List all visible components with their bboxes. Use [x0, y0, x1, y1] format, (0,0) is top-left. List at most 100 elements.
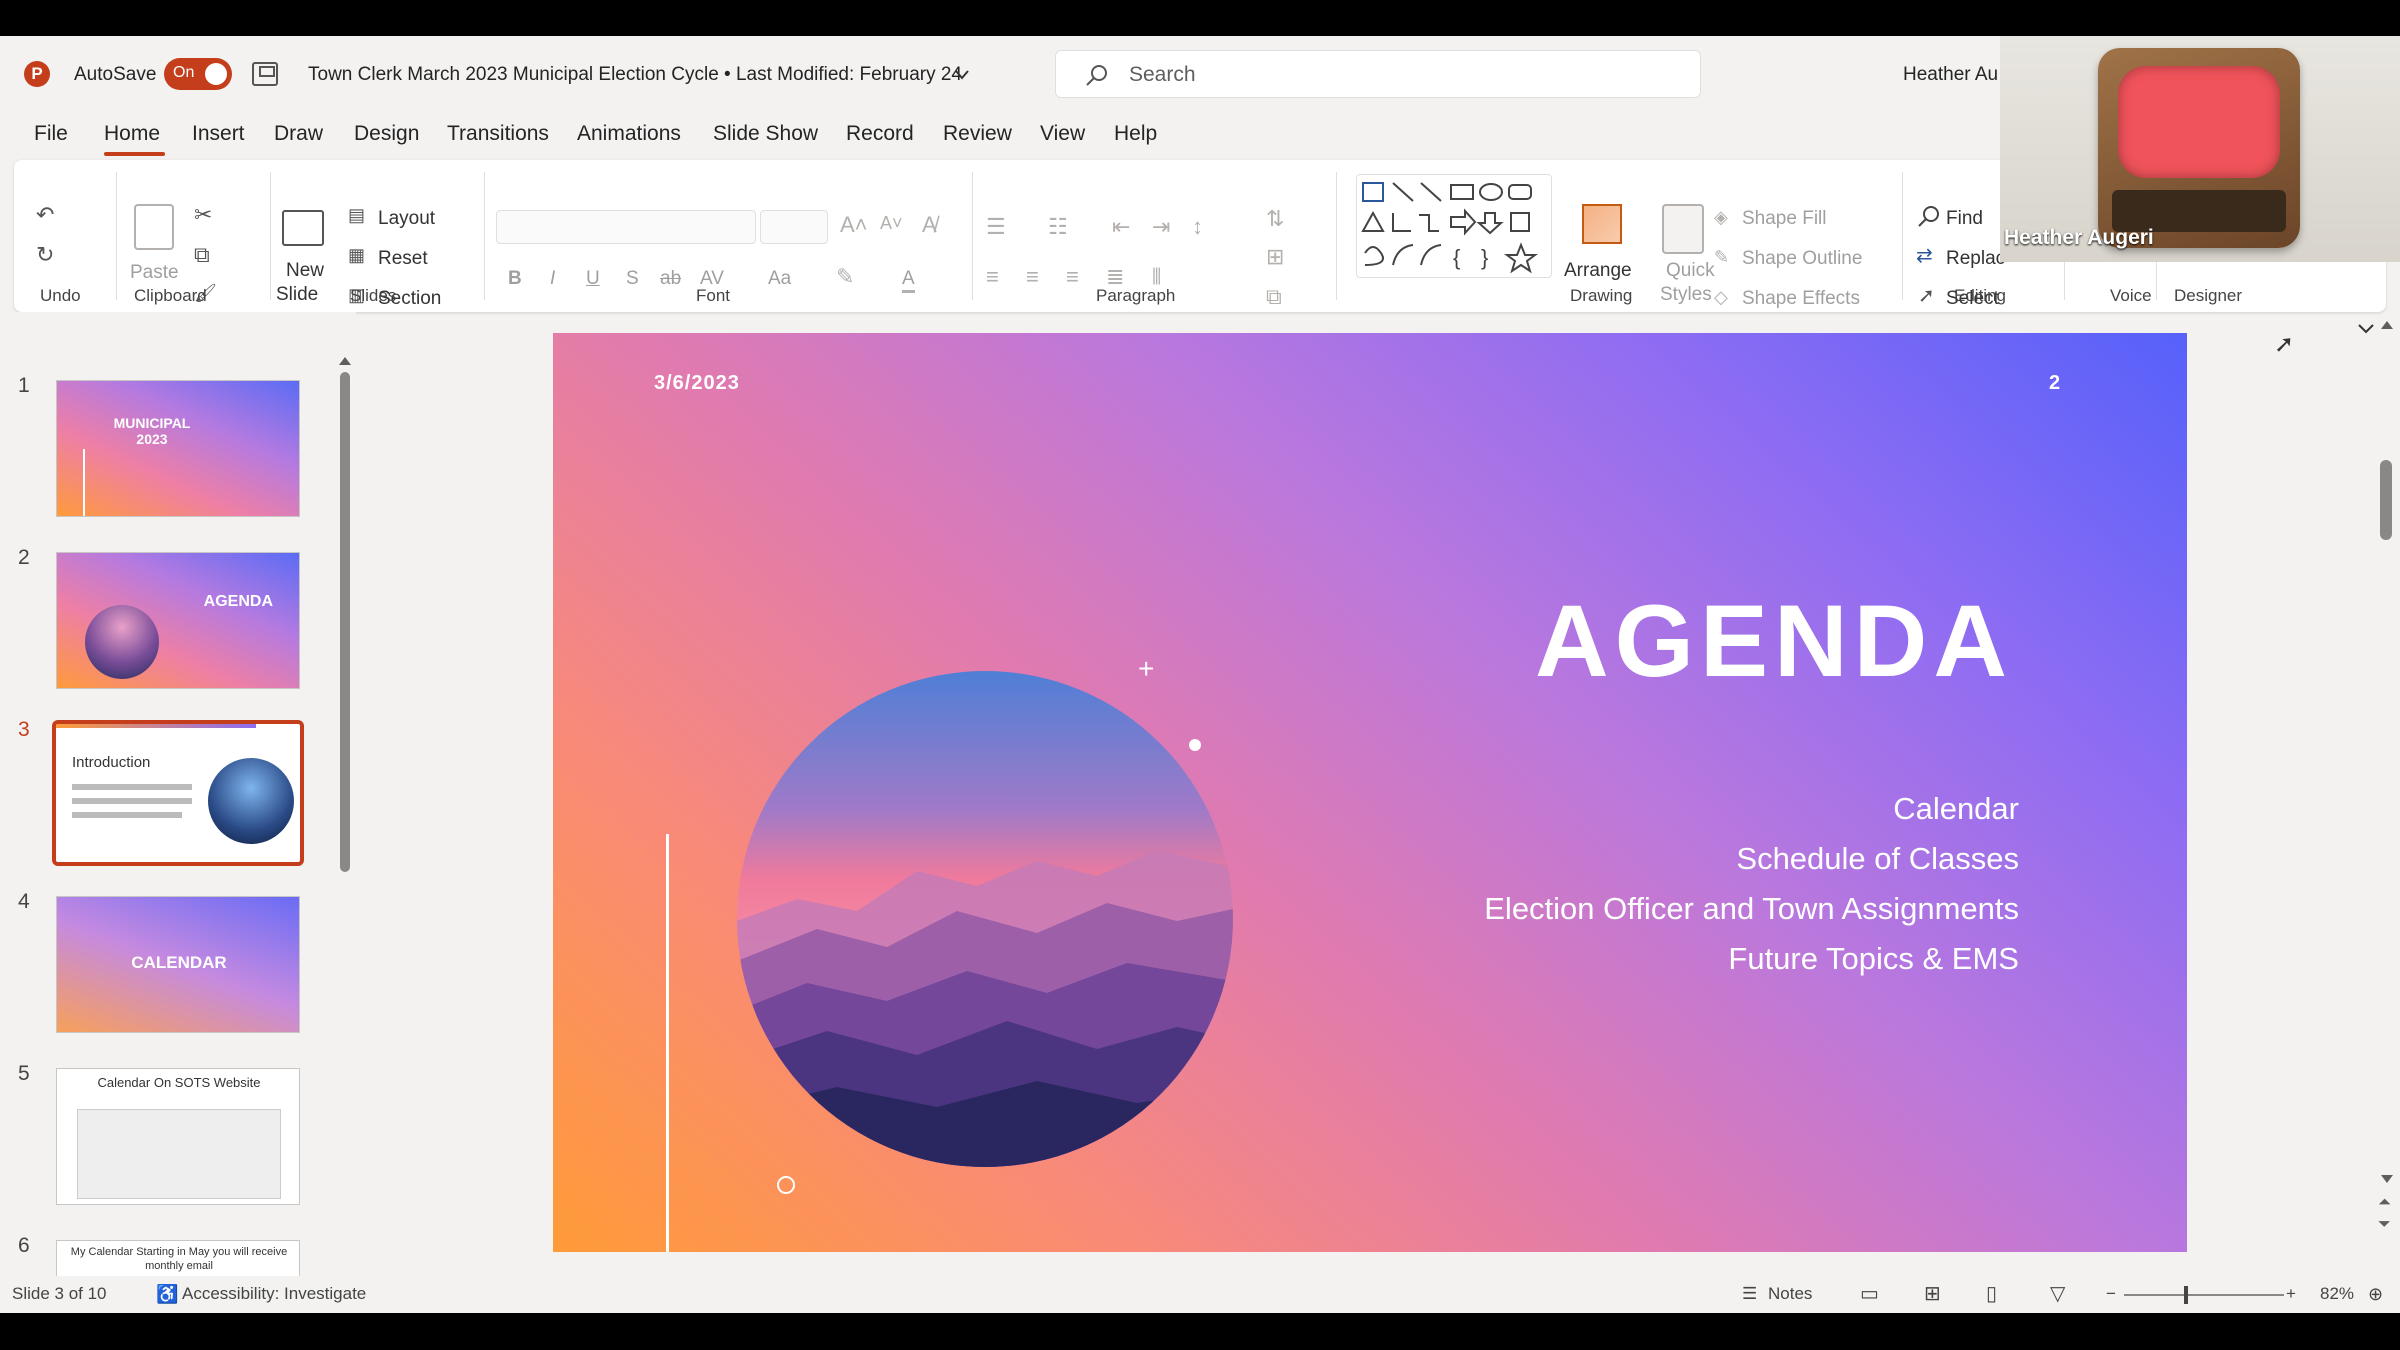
select-cursor-icon[interactable]: ➚ [1918, 286, 1935, 306]
clear-formatting-icon[interactable]: A̸ [922, 214, 937, 236]
slideshow-view-icon[interactable]: ▽ [2050, 1281, 2065, 1306]
new-slide-label-2[interactable]: Slide [276, 284, 318, 306]
shadow-button[interactable]: S [626, 268, 639, 290]
scroll-down-icon[interactable] [2380, 1174, 2394, 1184]
arrange-button[interactable]: Arrange [1564, 260, 1632, 282]
reset-button[interactable]: Reset [378, 248, 428, 270]
shape-fill-button[interactable]: Shape Fill [1742, 208, 1827, 230]
smartart-icon[interactable]: ⧉ [1266, 286, 1282, 308]
reading-view-icon[interactable]: ▯ [1986, 1281, 1997, 1306]
tab-design[interactable]: Design [354, 122, 419, 146]
highlight-icon[interactable]: ✎ [836, 266, 854, 288]
notes-button[interactable]: Notes [1768, 1284, 1812, 1304]
line-spacing-icon[interactable]: ↕ [1192, 216, 1203, 238]
copy-icon[interactable]: ⧉ [194, 244, 210, 266]
tab-animations[interactable]: Animations [577, 122, 681, 146]
slide-thumbnail-1[interactable]: MUNICIPAL 2023 [56, 380, 300, 517]
align-center-icon[interactable]: ≡ [1026, 266, 1039, 288]
slide-counter[interactable]: Slide 3 of 10 [12, 1284, 107, 1304]
tab-home[interactable]: Home [104, 122, 160, 146]
user-name[interactable]: Heather Au [1903, 64, 1998, 86]
slide-thumbnail-3[interactable]: Introduction [52, 720, 304, 866]
paste-icon[interactable] [134, 204, 174, 250]
replace-icon[interactable]: ⇄ [1916, 246, 1933, 266]
shape-outline-icon[interactable]: ✎ [1714, 248, 1729, 266]
numbering-icon[interactable]: ☷ [1048, 216, 1068, 238]
tab-insert[interactable]: Insert [192, 122, 245, 146]
text-direction-icon[interactable]: ⇅ [1266, 208, 1284, 230]
tab-view[interactable]: View [1040, 122, 1085, 146]
reset-icon[interactable]: ▦ [348, 246, 365, 264]
quick-styles-label-2[interactable]: Styles [1660, 284, 1712, 306]
font-name-combo[interactable] [496, 210, 756, 244]
normal-view-icon[interactable]: ▭ [1860, 1281, 1879, 1306]
scroll-up-icon[interactable] [2380, 320, 2394, 330]
tab-file[interactable]: File [34, 122, 68, 146]
columns-icon[interactable]: ⫴ [1152, 266, 1161, 288]
change-case-button[interactable]: Aa [768, 268, 791, 290]
align-left-icon[interactable]: ≡ [986, 266, 999, 288]
new-slide-icon[interactable] [282, 210, 324, 246]
thumbnail-scrollbar-thumb[interactable] [340, 372, 350, 872]
slide-thumbnail-2[interactable]: AGENDA [56, 552, 300, 689]
shape-outline-button[interactable]: Shape Outline [1742, 248, 1862, 270]
notes-icon[interactable]: ☰ [1742, 1284, 1757, 1304]
next-slide-icon[interactable]: ⏷ [2378, 1216, 2391, 1234]
font-color-button[interactable]: A [902, 268, 915, 293]
zoom-in-icon[interactable]: + [2286, 1284, 2296, 1304]
tab-transitions[interactable]: Transitions [447, 122, 549, 146]
justify-icon[interactable]: ≣ [1106, 266, 1124, 288]
redo-icon[interactable]: ↻ [36, 244, 54, 266]
zoom-level[interactable]: 82% [2320, 1284, 2354, 1304]
tab-help[interactable]: Help [1114, 122, 1157, 146]
zoom-out-icon[interactable]: − [2106, 1284, 2116, 1304]
slide-sorter-icon[interactable]: ⊞ [1924, 1281, 1941, 1306]
slide-thumbnail-5[interactable]: Calendar On SOTS Website [56, 1068, 300, 1205]
search-box[interactable]: Search [1055, 50, 1701, 98]
fit-to-window-icon[interactable]: ⊕ [2368, 1284, 2383, 1305]
new-slide-label-1[interactable]: New [286, 260, 324, 282]
save-icon[interactable] [252, 62, 278, 86]
tab-review[interactable]: Review [943, 122, 1012, 146]
underline-button[interactable]: U [586, 268, 600, 290]
replace-button[interactable]: Replac [1946, 248, 2005, 270]
font-size-combo[interactable] [760, 210, 828, 244]
bold-button[interactable]: B [508, 268, 522, 290]
previous-slide-icon[interactable]: ⏶ [2378, 1194, 2391, 1212]
slide-thumbnail-6[interactable]: My Calendar Starting in May you will rec… [56, 1240, 300, 1280]
quick-styles-label-1[interactable]: Quick [1666, 260, 1715, 282]
tab-draw[interactable]: Draw [274, 122, 323, 146]
quick-styles-icon[interactable] [1662, 204, 1704, 254]
cut-icon[interactable]: ✂ [194, 204, 212, 226]
bullets-icon[interactable]: ☰ [986, 216, 1006, 238]
grow-font-icon[interactable]: A˄ [840, 214, 868, 236]
layout-button[interactable]: Layout [378, 208, 435, 230]
arrange-icon[interactable] [1582, 204, 1622, 244]
shape-effects-button[interactable]: Shape Effects [1742, 288, 1860, 310]
tab-slide-show[interactable]: Slide Show [713, 122, 818, 146]
collapse-ribbon-icon[interactable] [2358, 324, 2374, 334]
find-icon[interactable] [1918, 206, 1940, 228]
paste-label[interactable]: Paste [130, 262, 179, 284]
zoom-slider-track[interactable] [2124, 1294, 2284, 1296]
shape-effects-icon[interactable]: ◇ [1714, 288, 1728, 306]
align-text-icon[interactable]: ⊞ [1266, 246, 1284, 268]
layout-icon[interactable]: ▤ [348, 206, 365, 224]
accessibility-status[interactable]: Accessibility: Investigate [182, 1284, 366, 1304]
accessibility-icon[interactable]: ♿ [156, 1284, 178, 1305]
zoom-slider-thumb[interactable] [2184, 1286, 2188, 1304]
italic-button[interactable]: I [550, 268, 555, 290]
increase-indent-icon[interactable]: ⇥ [1152, 216, 1170, 238]
shape-fill-icon[interactable]: ◈ [1714, 208, 1728, 226]
document-title[interactable]: Town Clerk March 2023 Municipal Election… [308, 64, 962, 86]
chevron-down-icon[interactable] [955, 70, 969, 80]
slide-scrollbar-thumb[interactable] [2380, 460, 2392, 540]
decrease-indent-icon[interactable]: ⇤ [1112, 216, 1130, 238]
scroll-up-icon[interactable] [338, 356, 352, 366]
strikethrough-button[interactable]: ab [660, 268, 681, 290]
undo-icon[interactable]: ↶ [36, 204, 54, 226]
tab-record[interactable]: Record [846, 122, 914, 146]
slide-thumbnail-4[interactable]: CALENDAR [56, 896, 300, 1033]
autosave-toggle[interactable]: On [164, 58, 232, 90]
find-button[interactable]: Find [1946, 208, 1983, 230]
